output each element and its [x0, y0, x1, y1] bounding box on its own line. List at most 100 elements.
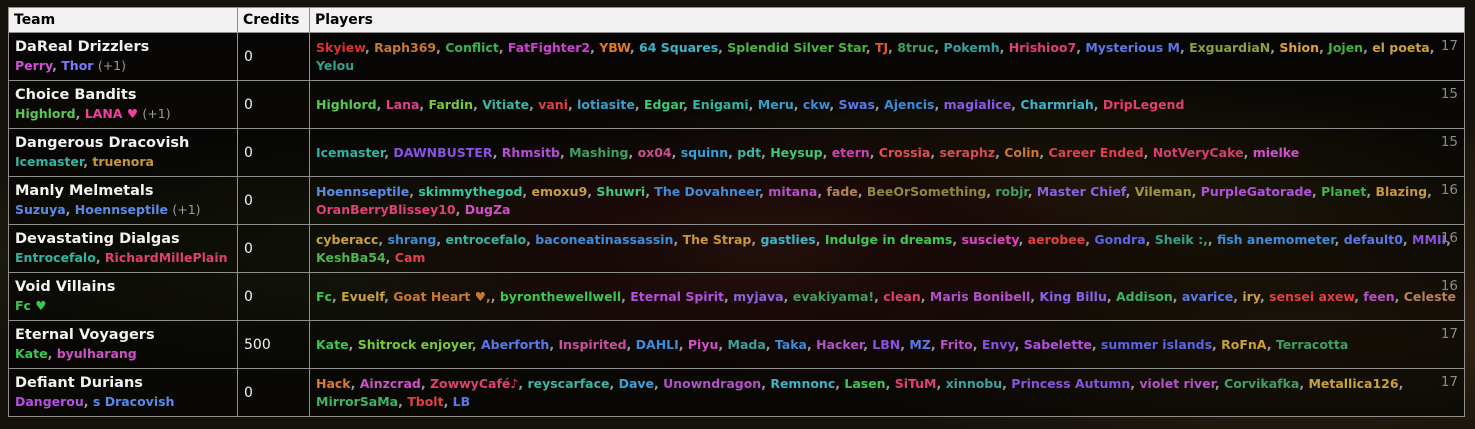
player-name[interactable]: evakiyama! — [793, 289, 874, 304]
player-name[interactable]: BeeOrSomething — [867, 184, 986, 199]
player-name[interactable]: Princess Autumn — [1011, 376, 1130, 391]
player-name[interactable]: Mysterious M — [1085, 40, 1180, 55]
player-name[interactable]: Mada — [728, 337, 766, 352]
player-name[interactable]: Kate — [316, 337, 349, 352]
player-name[interactable]: Blazing — [1375, 184, 1427, 199]
player-name[interactable]: Rhmsitb — [502, 145, 560, 160]
player-name[interactable]: Lasen — [844, 376, 885, 391]
player-name[interactable]: Frito — [940, 337, 973, 352]
player-name[interactable]: etern — [832, 145, 870, 160]
player-name[interactable]: pdt — [737, 145, 761, 160]
player-name[interactable]: Crossia — [879, 145, 931, 160]
player-name[interactable]: YBW — [599, 40, 630, 55]
player-name[interactable]: gastlies — [760, 232, 815, 247]
player-name[interactable]: Lana — [386, 97, 420, 112]
player-name[interactable]: Skyiew — [316, 40, 365, 55]
player-name[interactable]: Gondra — [1094, 232, 1145, 247]
player-name[interactable]: Icemaster — [316, 145, 384, 160]
player-name[interactable]: TJ — [875, 40, 888, 55]
player-name[interactable]: Indulge in dreams — [825, 232, 952, 247]
team-column-header[interactable]: Team — [8, 7, 238, 33]
player-name[interactable]: ExguardiaN — [1189, 40, 1270, 55]
player-name[interactable]: Inspirited — [558, 337, 626, 352]
player-name[interactable]: Shuwri — [596, 184, 645, 199]
player-name[interactable]: baconeatinassassin — [535, 232, 673, 247]
credits-column-header[interactable]: Credits — [237, 7, 310, 33]
player-name[interactable]: Heysup — [770, 145, 822, 160]
player-name[interactable]: DAWNBUSTER — [393, 145, 492, 160]
player-name[interactable]: Mashing — [569, 145, 628, 160]
player-name[interactable]: ZowwyCafé♪ — [430, 376, 518, 391]
player-name[interactable]: el poeta — [1372, 40, 1430, 55]
player-name[interactable]: magialice — [944, 97, 1012, 112]
player-name[interactable]: squinn — [681, 145, 728, 160]
player-name[interactable]: fish anemometer — [1217, 232, 1335, 247]
player-name[interactable]: Swas — [838, 97, 874, 112]
captain-name[interactable]: RichardMillePlain — [105, 250, 228, 265]
captain-name[interactable]: truenora — [92, 154, 154, 169]
captain-name[interactable]: Entrocefalo — [15, 250, 96, 265]
player-name[interactable]: KeshBa54 — [316, 250, 386, 265]
player-name[interactable]: default0 — [1344, 232, 1403, 247]
player-name[interactable]: myjava — [733, 289, 783, 304]
player-name[interactable]: Highlord — [316, 97, 377, 112]
player-name[interactable]: Shion — [1279, 40, 1319, 55]
captain-name[interactable]: Icemaster — [15, 154, 83, 169]
player-name[interactable]: sensei axew — [1269, 289, 1354, 304]
player-name[interactable]: Goat Heart ♥, — [393, 289, 490, 304]
player-name[interactable]: PurpleGatorade — [1201, 184, 1312, 199]
player-name[interactable]: Maris Bonibell — [930, 289, 1030, 304]
captain-name[interactable]: Highlord — [15, 106, 76, 121]
player-name[interactable]: DAHLI — [636, 337, 679, 352]
player-name[interactable]: ox04 — [638, 145, 672, 160]
captain-name[interactable]: byulharang — [57, 346, 137, 361]
player-name[interactable]: emoxu9 — [532, 184, 588, 199]
player-name[interactable]: fade — [826, 184, 857, 199]
player-name[interactable]: Addison — [1116, 289, 1173, 304]
player-name[interactable]: 8truc — [897, 40, 934, 55]
player-name[interactable]: Tbolt — [407, 394, 443, 409]
player-name[interactable]: Jojen — [1328, 40, 1363, 55]
player-name[interactable]: Vileman — [1135, 184, 1192, 199]
player-name[interactable]: Vitiate — [482, 97, 529, 112]
player-name[interactable]: Corvikafka — [1224, 376, 1299, 391]
player-name[interactable]: summer islands — [1101, 337, 1212, 352]
player-name[interactable]: reyscarface — [527, 376, 609, 391]
player-name[interactable]: Conflict — [445, 40, 499, 55]
player-name[interactable]: Envy — [982, 337, 1015, 352]
captain-name[interactable]: Dangerou — [15, 394, 84, 409]
player-name[interactable]: lotiasite — [577, 97, 635, 112]
player-name[interactable]: Shitrock enjoyer — [358, 337, 472, 352]
captain-name[interactable]: Thor — [61, 58, 93, 73]
player-name[interactable]: Metallica126 — [1308, 376, 1398, 391]
player-name[interactable]: Unowndragon — [663, 376, 761, 391]
player-name[interactable]: susciety — [961, 232, 1018, 247]
player-name[interactable]: feen — [1363, 289, 1394, 304]
player-name[interactable]: King Billu — [1039, 289, 1106, 304]
player-name[interactable]: Splendid Silver Star — [727, 40, 866, 55]
player-name[interactable]: 64 Squares — [639, 40, 718, 55]
player-name[interactable]: entrocefalo — [445, 232, 526, 247]
player-name[interactable]: Sheik :, — [1155, 232, 1208, 247]
players-column-header[interactable]: Players — [309, 7, 1465, 33]
player-name[interactable]: OranBerryBlissey10 — [316, 202, 456, 217]
player-name[interactable]: MZ — [909, 337, 931, 352]
player-name[interactable]: Piyu — [688, 337, 719, 352]
player-name[interactable]: Career Ended — [1049, 145, 1144, 160]
player-name[interactable]: ckw — [803, 97, 829, 112]
player-name[interactable]: Dave — [619, 376, 654, 391]
player-name[interactable]: shrang — [388, 232, 437, 247]
player-name[interactable]: clean — [883, 289, 921, 304]
player-name[interactable]: DripLegend — [1103, 97, 1185, 112]
player-name[interactable]: Aberforth — [481, 337, 549, 352]
player-name[interactable]: Raph369 — [374, 40, 436, 55]
player-name[interactable]: Charmriah — [1020, 97, 1093, 112]
captain-name[interactable]: Perry — [15, 58, 52, 73]
player-name[interactable]: Ainzcrad — [360, 376, 421, 391]
player-name[interactable]: Hrishioo7 — [1009, 40, 1076, 55]
player-name[interactable]: Fardin — [429, 97, 474, 112]
player-name[interactable]: Terracotta — [1276, 337, 1349, 352]
player-name[interactable]: avarice — [1182, 289, 1233, 304]
player-name[interactable]: iry — [1242, 289, 1260, 304]
player-name[interactable]: vani — [538, 97, 568, 112]
